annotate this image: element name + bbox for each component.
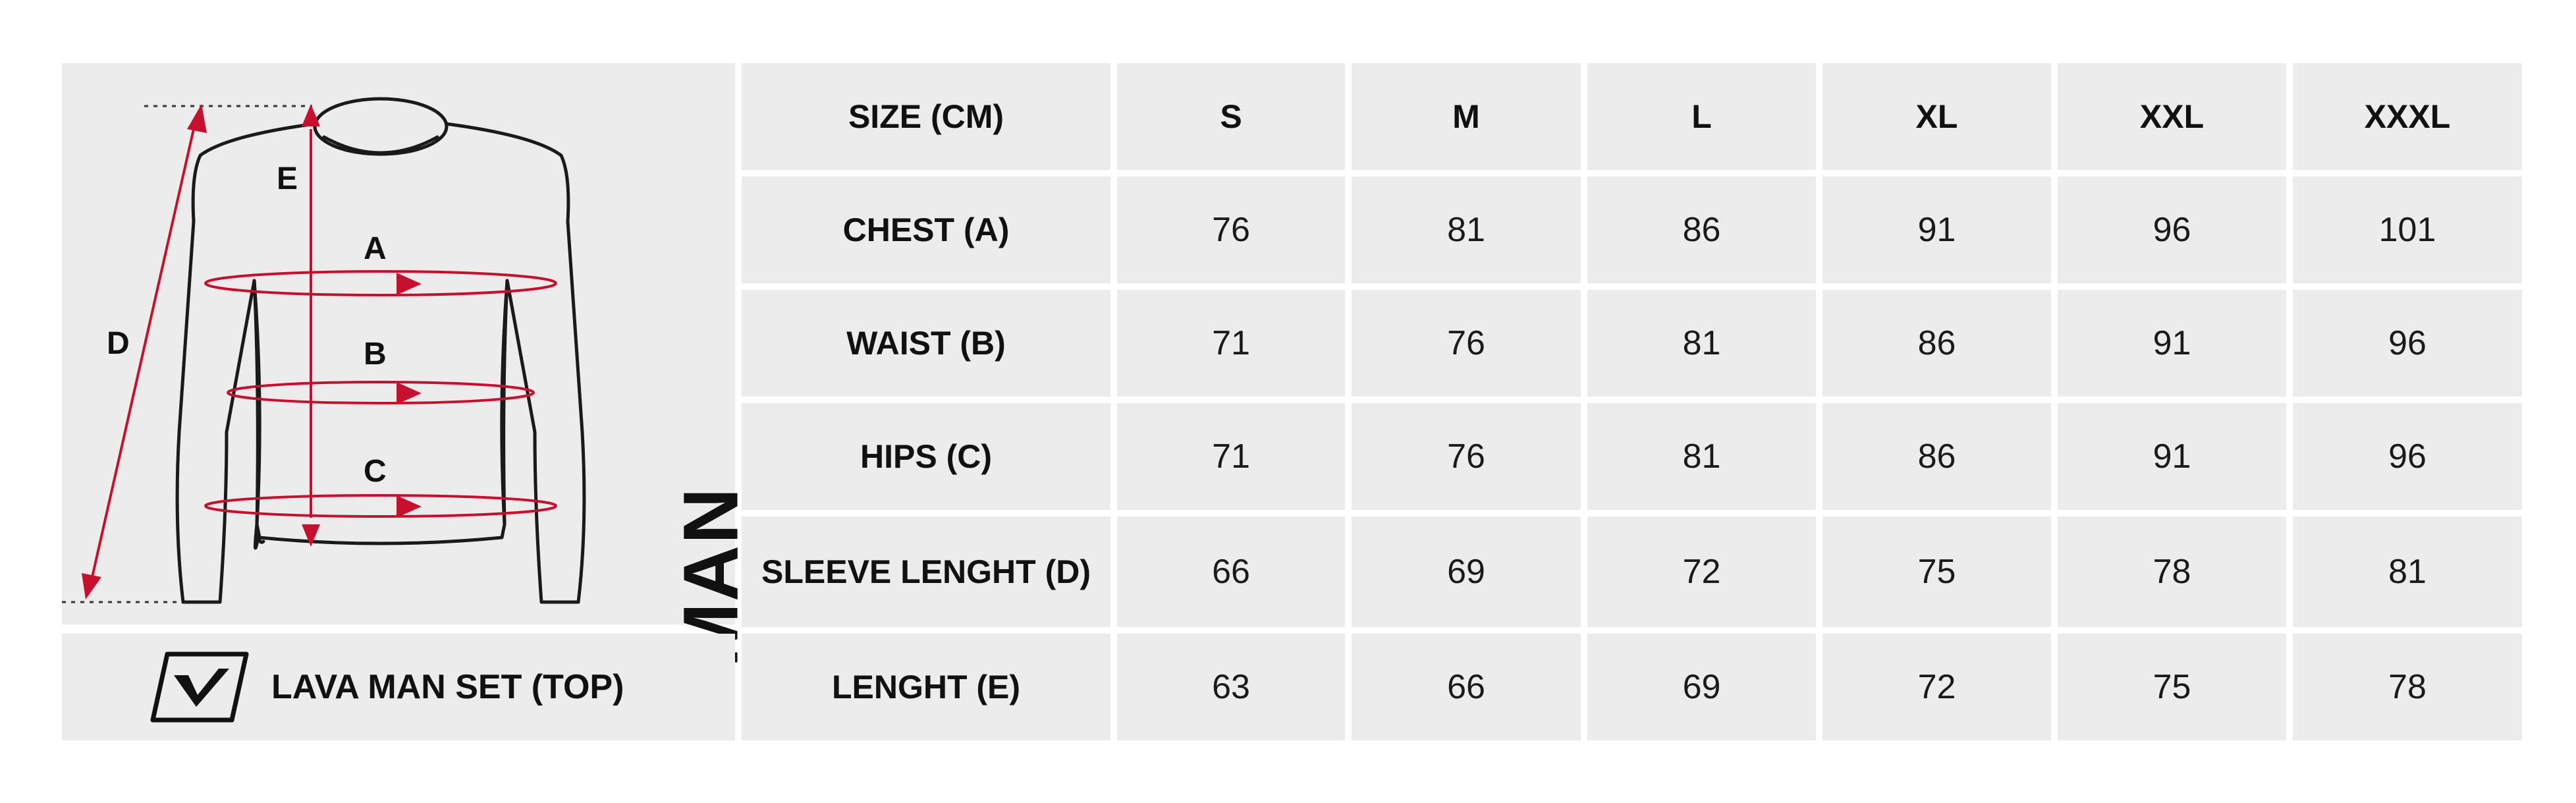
measure-label-a: A: [364, 231, 387, 266]
gender-label: MAN: [667, 486, 755, 668]
measurement-value-cell: 81: [2293, 516, 2522, 627]
measure-label-d: D: [107, 326, 130, 361]
measurement-value-cell: 75: [1822, 516, 2051, 627]
measurement-value-cell: 86: [1587, 177, 1816, 283]
measurement-value-cell: 96: [2293, 403, 2522, 510]
measurement-value-cell: 76: [1352, 403, 1581, 510]
size-header-label: SIZE (CM): [742, 63, 1110, 170]
measurement-row-label: HIPS (C): [742, 403, 1110, 510]
measurement-value-cell: 66: [1117, 516, 1345, 627]
measure-label-b: B: [364, 337, 387, 372]
measurement-row-label: CHEST (A): [742, 177, 1110, 283]
size-header-l: L: [1587, 63, 1816, 170]
measurement-value-cell: 75: [2058, 634, 2286, 740]
garment-measurement-diagram: E A B C D MAN: [62, 63, 754, 667]
measure-label-e: E: [277, 161, 298, 196]
measurement-value-cell: 81: [1587, 403, 1816, 510]
size-header-s: S: [1117, 63, 1345, 170]
shirt-outline-icon: [62, 97, 586, 604]
measurement-value-cell: 91: [2058, 290, 2286, 397]
size-header-m: M: [1352, 63, 1581, 170]
size-header-xxxl: XXXL: [2293, 63, 2522, 170]
measurement-value-cell: 101: [2293, 177, 2522, 283]
product-name: LAVA MAN SET (TOP): [271, 668, 624, 706]
measurement-value-cell: 91: [2058, 403, 2286, 510]
lava-v-logo-icon: [150, 651, 249, 723]
size-header-xl: XL: [1822, 63, 2051, 170]
measurement-value-cell: 76: [1117, 177, 1345, 283]
measurement-value-cell: 76: [1352, 290, 1581, 397]
measurement-value-cell: 63: [1117, 634, 1345, 740]
measurement-row-label: LENGHT (E): [742, 634, 1110, 740]
measurement-value-cell: 66: [1352, 634, 1581, 740]
measurement-value-cell: 71: [1117, 290, 1345, 397]
measure-label-c: C: [364, 454, 387, 489]
measurement-value-cell: 78: [2058, 516, 2286, 627]
measurement-row-label: SLEEVE LENGHT (D): [742, 516, 1110, 627]
measurement-value-cell: 69: [1587, 634, 1816, 740]
measurement-value-cell: 81: [1587, 290, 1816, 397]
measurement-value-cell: 96: [2058, 177, 2286, 283]
measurement-value-cell: 71: [1117, 403, 1345, 510]
measurement-value-cell: 78: [2293, 634, 2522, 740]
measurement-value-cell: 86: [1822, 290, 2051, 397]
size-header-xxl: XXL: [2058, 63, 2286, 170]
product-brand-bar: LAVA MAN SET (TOP): [62, 634, 735, 740]
measurement-value-cell: 72: [1587, 516, 1816, 627]
measurement-row-label: WAIST (B): [742, 290, 1110, 397]
measurement-value-cell: 72: [1822, 634, 2051, 740]
measurement-value-cell: 91: [1822, 177, 2051, 283]
measurement-value-cell: 86: [1822, 403, 2051, 510]
measurement-value-cell: 96: [2293, 290, 2522, 397]
measurement-value-cell: 81: [1352, 177, 1581, 283]
measurement-value-cell: 69: [1352, 516, 1581, 627]
